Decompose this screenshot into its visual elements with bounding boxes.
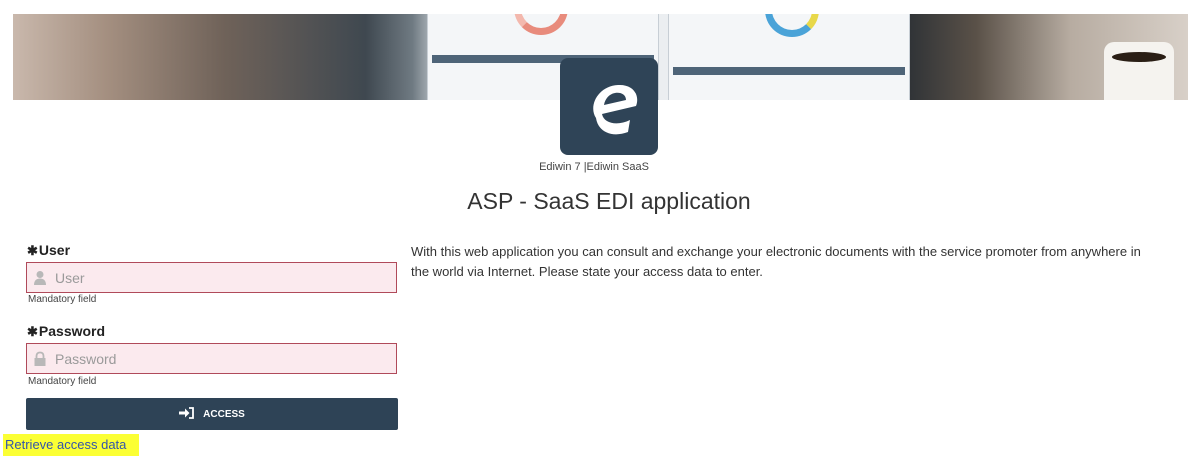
sign-in-icon	[179, 406, 195, 422]
password-label: ✱Password	[27, 323, 105, 340]
user-mandatory-hint: Mandatory field	[28, 294, 97, 305]
access-button[interactable]: ACCESS	[26, 398, 398, 430]
password-input[interactable]	[55, 344, 385, 373]
password-field[interactable]	[26, 343, 397, 374]
intro-text: With this web application you can consul…	[411, 244, 1141, 279]
user-field[interactable]	[26, 262, 397, 293]
password-mandatory-hint: Mandatory field	[28, 376, 97, 387]
ediwin-logo	[560, 58, 658, 155]
lock-icon	[33, 351, 47, 367]
retrieve-access-data-link[interactable]: Retrieve access data	[3, 434, 140, 456]
user-input[interactable]	[55, 263, 385, 292]
coffee-cup	[1104, 42, 1174, 100]
access-button-label: ACCESS	[203, 408, 245, 420]
required-mark: ✱	[27, 243, 38, 258]
user-icon	[33, 270, 47, 286]
user-label: ✱User	[27, 242, 70, 259]
required-mark: ✱	[27, 324, 38, 339]
page-title: ASP - SaaS EDI application	[467, 188, 751, 214]
product-line: Ediwin 7 |Ediwin SaaS	[539, 161, 649, 173]
password-label-text: Password	[38, 323, 106, 339]
user-label-text: User	[38, 242, 71, 258]
